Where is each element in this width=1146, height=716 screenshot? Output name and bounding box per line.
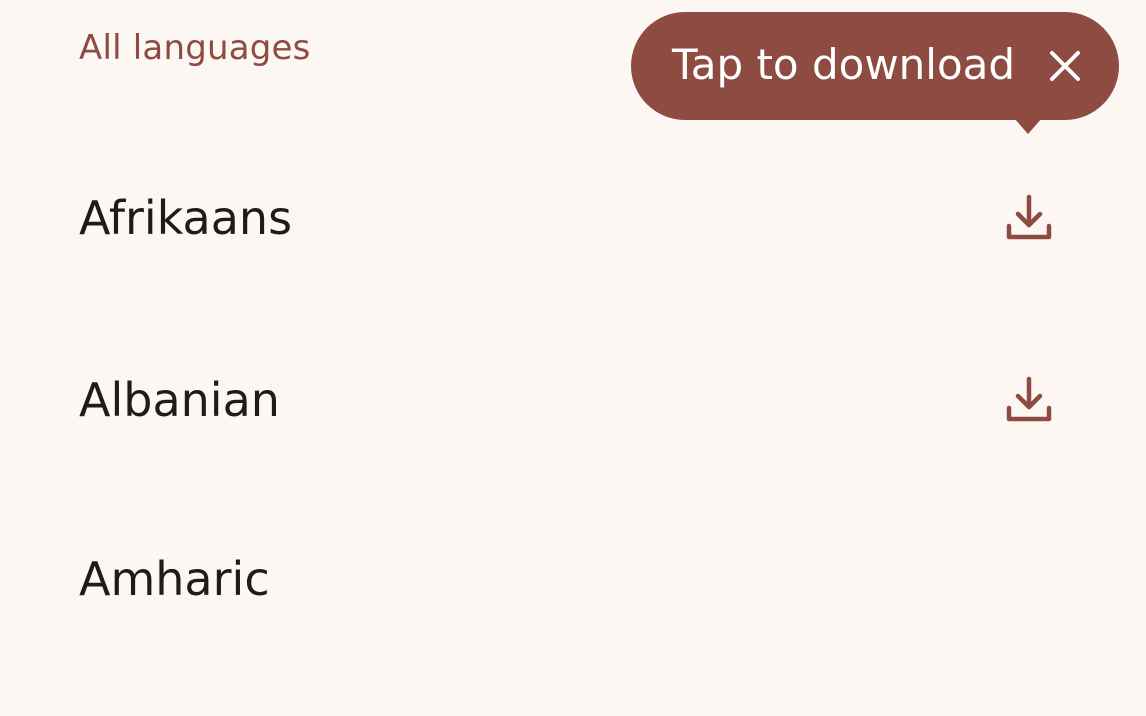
language-label: Afrikaans [79, 191, 293, 245]
download-button-afrikaans[interactable] [990, 183, 1068, 253]
tap-to-download-tooltip: Tap to download [631, 12, 1119, 134]
download-icon [1006, 194, 1052, 240]
tooltip-text: Tap to download [672, 40, 1016, 89]
language-label: Amharic [79, 552, 270, 606]
list-item-albanian[interactable]: Albanian [0, 345, 1146, 455]
download-icon [1006, 376, 1052, 422]
download-button-albanian[interactable] [990, 365, 1068, 435]
tooltip-close-button[interactable] [1041, 42, 1089, 90]
close-icon [1050, 51, 1080, 81]
list-item-afrikaans[interactable]: Afrikaans [0, 163, 1146, 273]
section-header-all-languages: All languages [79, 28, 311, 68]
language-download-screen: All languages Afrikaans Albanian Amharic… [0, 0, 1146, 716]
language-label: Albanian [79, 373, 280, 427]
list-item-amharic[interactable]: Amharic [0, 524, 1146, 634]
